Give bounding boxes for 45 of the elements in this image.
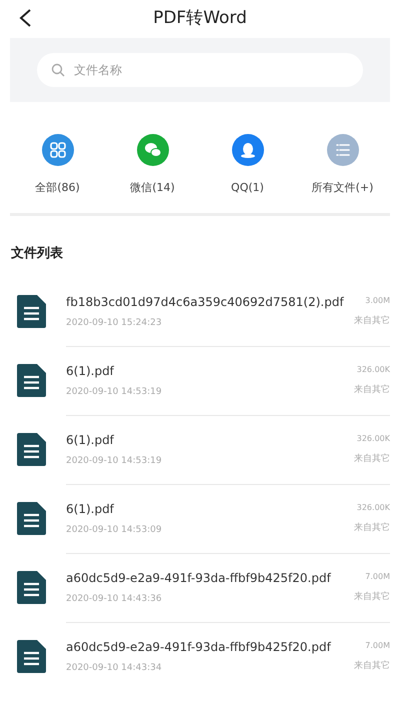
file-name: a60dc5d9-e2a9-491f-93da-ffbf9b425f20.pdf (66, 570, 332, 588)
file-row[interactable]: a60dc5d9-e2a9-491f-93da-ffbf9b425f20.pdf 2020-09-10 14:43:36 7.00M 来自其它 (0, 553, 400, 622)
file-time: 2020-09-10 14:53:19 (66, 386, 163, 400)
file-size: 7.00M (365, 571, 390, 584)
document-icon (17, 295, 46, 328)
category-link[interactable]: QQ(1) (231, 180, 264, 196)
file-size: 7.00M (365, 640, 390, 652)
file-row[interactable]: fb18b3cd01d97d4c6a359c40692d7581(2).pdf 2020-09-10 15:24:23 3.00M 来自其它 (0, 277, 400, 346)
file-row[interactable]: 6(1).pdf 2020-09-10 14:53:19 326.00K 来自其它 (0, 415, 400, 484)
document-icon (17, 640, 46, 673)
file-time: 2020-09-10 14:43:34 (66, 662, 163, 676)
file-source: 来自其它 (354, 384, 390, 398)
search-icon (51, 63, 65, 77)
category-link[interactable]: 微信(14) (130, 180, 175, 196)
file-source: 来自其它 (354, 660, 390, 674)
page-title: PDF转Word (153, 7, 247, 30)
list-title: 文件列表 (10, 244, 64, 262)
document-icon (17, 571, 46, 604)
file-row[interactable]: 6(1).pdf 2020-09-10 14:53:19 326.00K 来自其它 (0, 346, 400, 415)
category-link[interactable]: 所有文件(+) (312, 180, 374, 196)
file-source: 来自其它 (354, 591, 390, 604)
document-icon (17, 433, 46, 466)
file-name: 6(1).pdf (66, 501, 116, 518)
document-icon (17, 502, 46, 535)
file-size: 326.00K (356, 502, 390, 514)
file-time: 2020-09-10 14:53:09 (66, 524, 163, 538)
file-time: 2020-09-10 15:24:23 (66, 316, 163, 330)
file-size: 3.00M (365, 294, 390, 307)
file-time: 2020-09-10 14:43:36 (66, 593, 163, 606)
file-name: 6(1).pdf (66, 363, 116, 380)
file-row[interactable]: 6(1).pdf 2020-09-10 14:53:09 326.00K 来自其它 (0, 484, 400, 553)
document-icon (17, 364, 46, 397)
file-source: 来自其它 (354, 314, 390, 328)
file-name: a60dc5d9-e2a9-491f-93da-ffbf9b425f20.pdf (66, 639, 332, 656)
file-row[interactable]: a60dc5d9-e2a9-491f-93da-ffbf9b425f20.pdf 2020-09-10 14:43:34 7.00M 来自其它 (0, 622, 400, 691)
category-link[interactable]: 全部(86) (35, 180, 80, 196)
file-name: 6(1).pdf (66, 432, 116, 450)
file-source: 来自其它 (354, 522, 390, 536)
file-source: 来自其它 (354, 453, 390, 466)
file-size: 326.00K (356, 433, 390, 446)
file-name: fb18b3cd01d97d4c6a359c40692d7581(2).pdf (66, 294, 345, 311)
file-time: 2020-09-10 14:53:19 (66, 455, 163, 468)
file-size: 326.00K (356, 364, 390, 376)
back-icon[interactable] (18, 8, 32, 28)
search-field[interactable]: 文件名称 (37, 53, 363, 87)
